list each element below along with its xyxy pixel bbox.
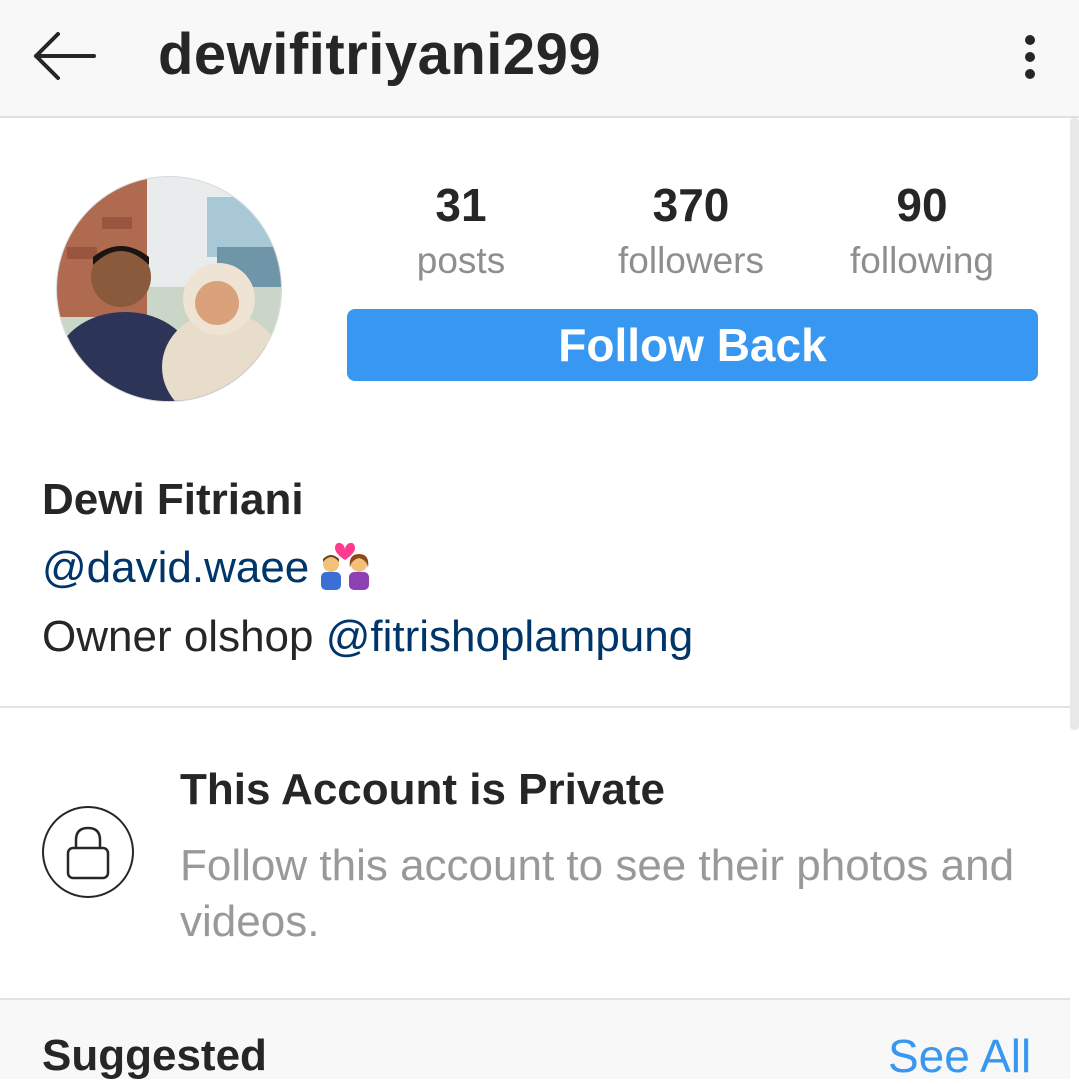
follow-back-button[interactable]: Follow Back: [347, 309, 1038, 381]
stat-followers-label: followers: [618, 240, 764, 281]
profile-photo: [57, 177, 281, 401]
see-all-link[interactable]: See All: [888, 1028, 1031, 1084]
stat-posts-count: 31: [435, 179, 487, 231]
couple-with-heart-emoji: [315, 538, 375, 605]
profile-username: dewifitriyani299: [158, 22, 602, 87]
private-account-subtitle: Follow this account to see their photos …: [180, 841, 1015, 946]
bio-mention-link[interactable]: @david.waee: [42, 543, 309, 592]
stat-posts: 31 posts: [361, 178, 561, 284]
stat-followers-count: 370: [652, 179, 730, 231]
stat-following-label: following: [850, 240, 994, 281]
top-app-bar: dewifitriyani299: [0, 0, 1079, 118]
stat-followers[interactable]: 370 followers: [591, 178, 791, 284]
private-account-title: This Account is Private: [180, 765, 665, 814]
divider: [0, 706, 1070, 708]
stat-posts-label: posts: [416, 240, 506, 281]
bio-full-name: Dewi Fitriani: [42, 475, 304, 524]
avatar[interactable]: [56, 176, 282, 402]
vertical-dots-icon[interactable]: [1016, 34, 1044, 80]
suggested-heading: Suggested: [42, 1031, 267, 1080]
bio-line-2: Owner olshop @fitrishoplampung: [42, 608, 693, 666]
bio-line-1: @david.waee: [42, 538, 375, 605]
arrow-left-icon[interactable]: [28, 28, 98, 84]
stat-following-count: 90: [896, 179, 948, 231]
scrollbar[interactable]: [1070, 118, 1079, 730]
lock-icon: [42, 806, 134, 898]
stat-following[interactable]: 90 following: [822, 178, 1022, 284]
bio-shop-mention-link[interactable]: @fitrishoplampung: [326, 612, 694, 661]
bio-owner-text: Owner olshop: [42, 612, 326, 661]
